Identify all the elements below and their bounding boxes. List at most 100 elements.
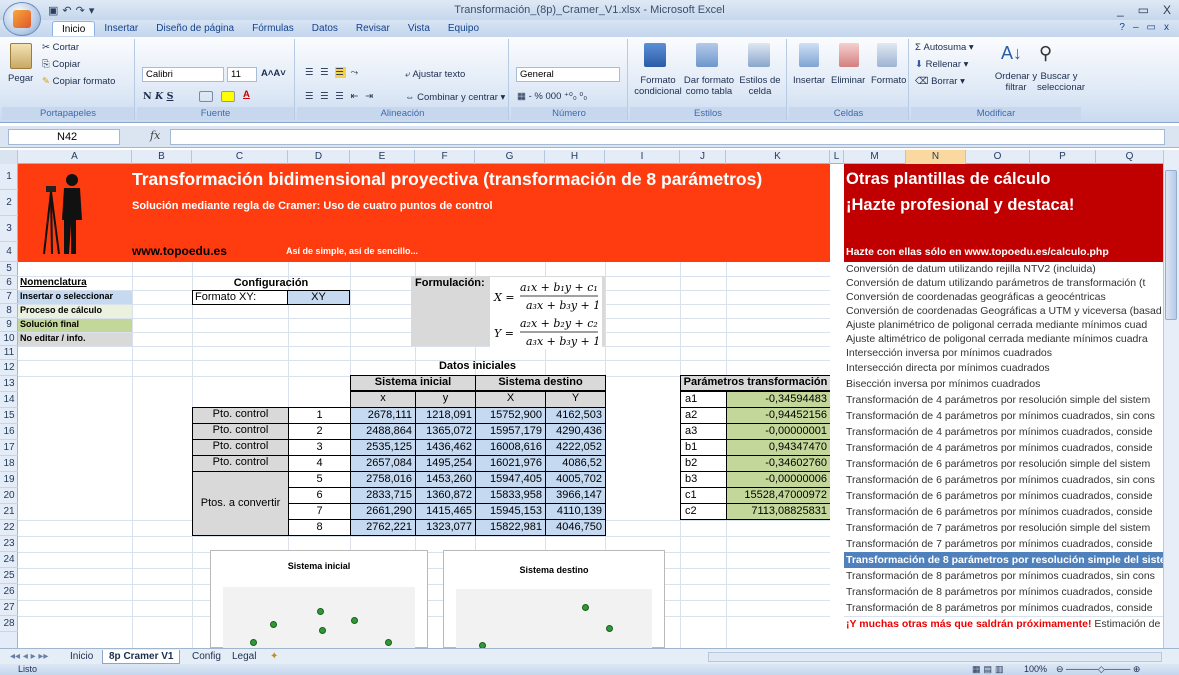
- insert-cells-icon[interactable]: [799, 43, 819, 67]
- row-header[interactable]: 11: [0, 346, 18, 360]
- coordinate-cell[interactable]: 15752,900: [475, 407, 546, 424]
- row-header[interactable]: 1: [0, 164, 18, 190]
- coordinate-cell[interactable]: 2488,864: [350, 423, 416, 440]
- zoom-level[interactable]: 100%: [1024, 664, 1047, 674]
- coordinate-cell[interactable]: 15957,179: [475, 423, 546, 440]
- coordinate-cell[interactable]: 15833,958: [475, 487, 546, 504]
- office-button[interactable]: [3, 2, 41, 36]
- row-header[interactable]: 26: [0, 584, 18, 600]
- fill-button[interactable]: ⬇ Rellenar ▾: [915, 59, 968, 70]
- tab-insertar[interactable]: Insertar: [95, 21, 147, 36]
- promo-list-item[interactable]: Transformación de 8 parámetros por mínim…: [844, 584, 1163, 600]
- coordinate-cell[interactable]: 4086,52: [545, 455, 606, 472]
- view-mode-icons[interactable]: ▦▤▥: [972, 664, 1007, 675]
- coordinate-cell[interactable]: 4162,503: [545, 407, 606, 424]
- row-header[interactable]: 24: [0, 552, 18, 568]
- promo-list-item[interactable]: Conversión de datum utilizando rejilla N…: [844, 262, 1163, 276]
- delete-button[interactable]: Eliminar: [831, 75, 865, 86]
- promo-list-item[interactable]: Transformación de 8 parámetros por mínim…: [844, 568, 1163, 584]
- format-table-icon[interactable]: [696, 43, 718, 67]
- promo-list-item[interactable]: Transformación de 6 parámetros por mínim…: [844, 504, 1163, 520]
- sheet-tab-legal[interactable]: Legal: [226, 650, 262, 664]
- promo-list-item[interactable]: Transformación de 7 parámetros por resol…: [844, 520, 1163, 536]
- bold-italic-underline-icons[interactable]: N K S: [143, 91, 173, 102]
- col-header-e[interactable]: E: [350, 150, 415, 164]
- promo-list-item[interactable]: Transformación de 4 parámetros por mínim…: [844, 424, 1163, 440]
- promo-list-item[interactable]: Transformación de 6 parámetros por resol…: [844, 456, 1163, 472]
- coordinate-cell[interactable]: 4005,702: [545, 471, 606, 488]
- format-cells-icon[interactable]: [877, 43, 897, 67]
- promo-list-item[interactable]: Conversión de coordenadas Geográficas a …: [844, 304, 1163, 318]
- delete-cells-icon[interactable]: [839, 43, 859, 67]
- zoom-slider[interactable]: ⊖ ─────◇──── ⊕: [1056, 664, 1140, 675]
- tab-datos[interactable]: Datos: [303, 21, 347, 36]
- merge-center-button[interactable]: ⇔ Combinar y centrar ▾: [405, 92, 505, 103]
- coordinate-cell[interactable]: 15822,981: [475, 519, 546, 536]
- sheet-nav-arrows-icon[interactable]: ◂◂ ◂ ▸ ▸▸: [4, 650, 54, 664]
- tab-diseno[interactable]: Diseño de página: [147, 21, 243, 36]
- coordinate-cell[interactable]: 15947,405: [475, 471, 546, 488]
- row-header[interactable]: 10: [0, 332, 18, 346]
- promo-list-item[interactable]: Transformación de 6 parámetros por mínim…: [844, 472, 1163, 488]
- coordinate-cell[interactable]: 2678,111: [350, 407, 416, 424]
- promo-list-item[interactable]: Ajuste planimétrico de poligonal cerrada…: [844, 318, 1163, 332]
- close-button[interactable]: X: [1163, 3, 1171, 17]
- clear-button[interactable]: ⌫ Borrar ▾: [915, 76, 965, 87]
- coordinate-cell[interactable]: 2833,715: [350, 487, 416, 504]
- promo-list-item[interactable]: Bisección inversa por mínimos cuadrados: [844, 376, 1163, 392]
- col-header-f[interactable]: F: [415, 150, 475, 164]
- tab-vista[interactable]: Vista: [399, 21, 439, 36]
- coordinate-cell[interactable]: 2661,290: [350, 503, 416, 520]
- col-header-q[interactable]: Q: [1096, 150, 1163, 164]
- conditional-format-icon[interactable]: [644, 43, 666, 67]
- row-header[interactable]: 15: [0, 408, 18, 424]
- row-header[interactable]: 13: [0, 376, 18, 392]
- row-header[interactable]: 14: [0, 392, 18, 408]
- promo-list-item[interactable]: Ajuste altimétrico de poligonal cerrada …: [844, 332, 1163, 346]
- worksheet[interactable]: Transformación bidimensional proyectiva …: [18, 164, 1163, 648]
- row-header[interactable]: 28: [0, 616, 18, 632]
- promo-link[interactable]: www.topoedu.es/calculo.php: [964, 246, 1108, 258]
- promo-list-item[interactable]: Conversión de datum utilizando parámetro…: [844, 276, 1163, 290]
- new-sheet-icon[interactable]: ✦: [264, 650, 284, 664]
- coordinate-cell[interactable]: 15945,153: [475, 503, 546, 520]
- row-header[interactable]: 5: [0, 262, 18, 276]
- config-format-select[interactable]: XY: [287, 290, 350, 305]
- sort-filter-button[interactable]: Ordenar y filtrar: [993, 71, 1039, 93]
- promo-list-item[interactable]: Transformación de 8 parámetros por mínim…: [844, 600, 1163, 616]
- coordinate-cell[interactable]: 2535,125: [350, 439, 416, 456]
- row-header[interactable]: 17: [0, 440, 18, 456]
- row-header[interactable]: 22: [0, 520, 18, 536]
- number-format-select[interactable]: General: [516, 67, 620, 82]
- coordinate-cell[interactable]: 2758,016: [350, 471, 416, 488]
- tab-revisar[interactable]: Revisar: [347, 21, 399, 36]
- col-header-i[interactable]: I: [605, 150, 680, 164]
- promo-list-item[interactable]: Transformación de 4 parámetros por mínim…: [844, 440, 1163, 456]
- grow-font-icon[interactable]: A˄A˅: [261, 68, 286, 79]
- row-header[interactable]: 27: [0, 600, 18, 616]
- workbook-minimize-icon[interactable]: –: [1133, 22, 1139, 33]
- coordinate-cell[interactable]: 1365,072: [415, 423, 476, 440]
- row-header[interactable]: 8: [0, 304, 18, 318]
- coordinate-cell[interactable]: 4046,750: [545, 519, 606, 536]
- coordinate-cell[interactable]: 4110,139: [545, 503, 606, 520]
- name-box[interactable]: N42: [8, 129, 120, 145]
- promo-list-item[interactable]: Transformación de 7 parámetros por mínim…: [844, 536, 1163, 552]
- col-header-a[interactable]: A: [18, 150, 132, 164]
- sheet-tab-config[interactable]: Config: [186, 650, 227, 664]
- insert-button[interactable]: Insertar: [793, 75, 825, 86]
- tab-formulas[interactable]: Fórmulas: [243, 21, 303, 36]
- autosum-button[interactable]: Σ Autosuma ▾: [915, 42, 974, 53]
- font-color-icon[interactable]: A: [243, 89, 250, 100]
- promo-list-item[interactable]: Intersección inversa por mínimos cuadrad…: [844, 346, 1163, 360]
- coordinate-cell[interactable]: 3966,147: [545, 487, 606, 504]
- format-button[interactable]: Formato: [871, 75, 906, 86]
- promo-list-item[interactable]: Intersección directa por mínimos cuadrad…: [844, 360, 1163, 376]
- row-header[interactable]: 7: [0, 290, 18, 304]
- find-select-button[interactable]: Buscar y seleccionar: [1037, 71, 1085, 93]
- coordinate-cell[interactable]: 1495,254: [415, 455, 476, 472]
- copy-button[interactable]: ⎘ Copiar: [42, 59, 80, 70]
- chart-sistema-inicial[interactable]: Sistema inicial: [210, 550, 428, 648]
- conditional-format-button[interactable]: Formato condicional: [634, 75, 682, 97]
- col-header-m[interactable]: M: [844, 150, 906, 164]
